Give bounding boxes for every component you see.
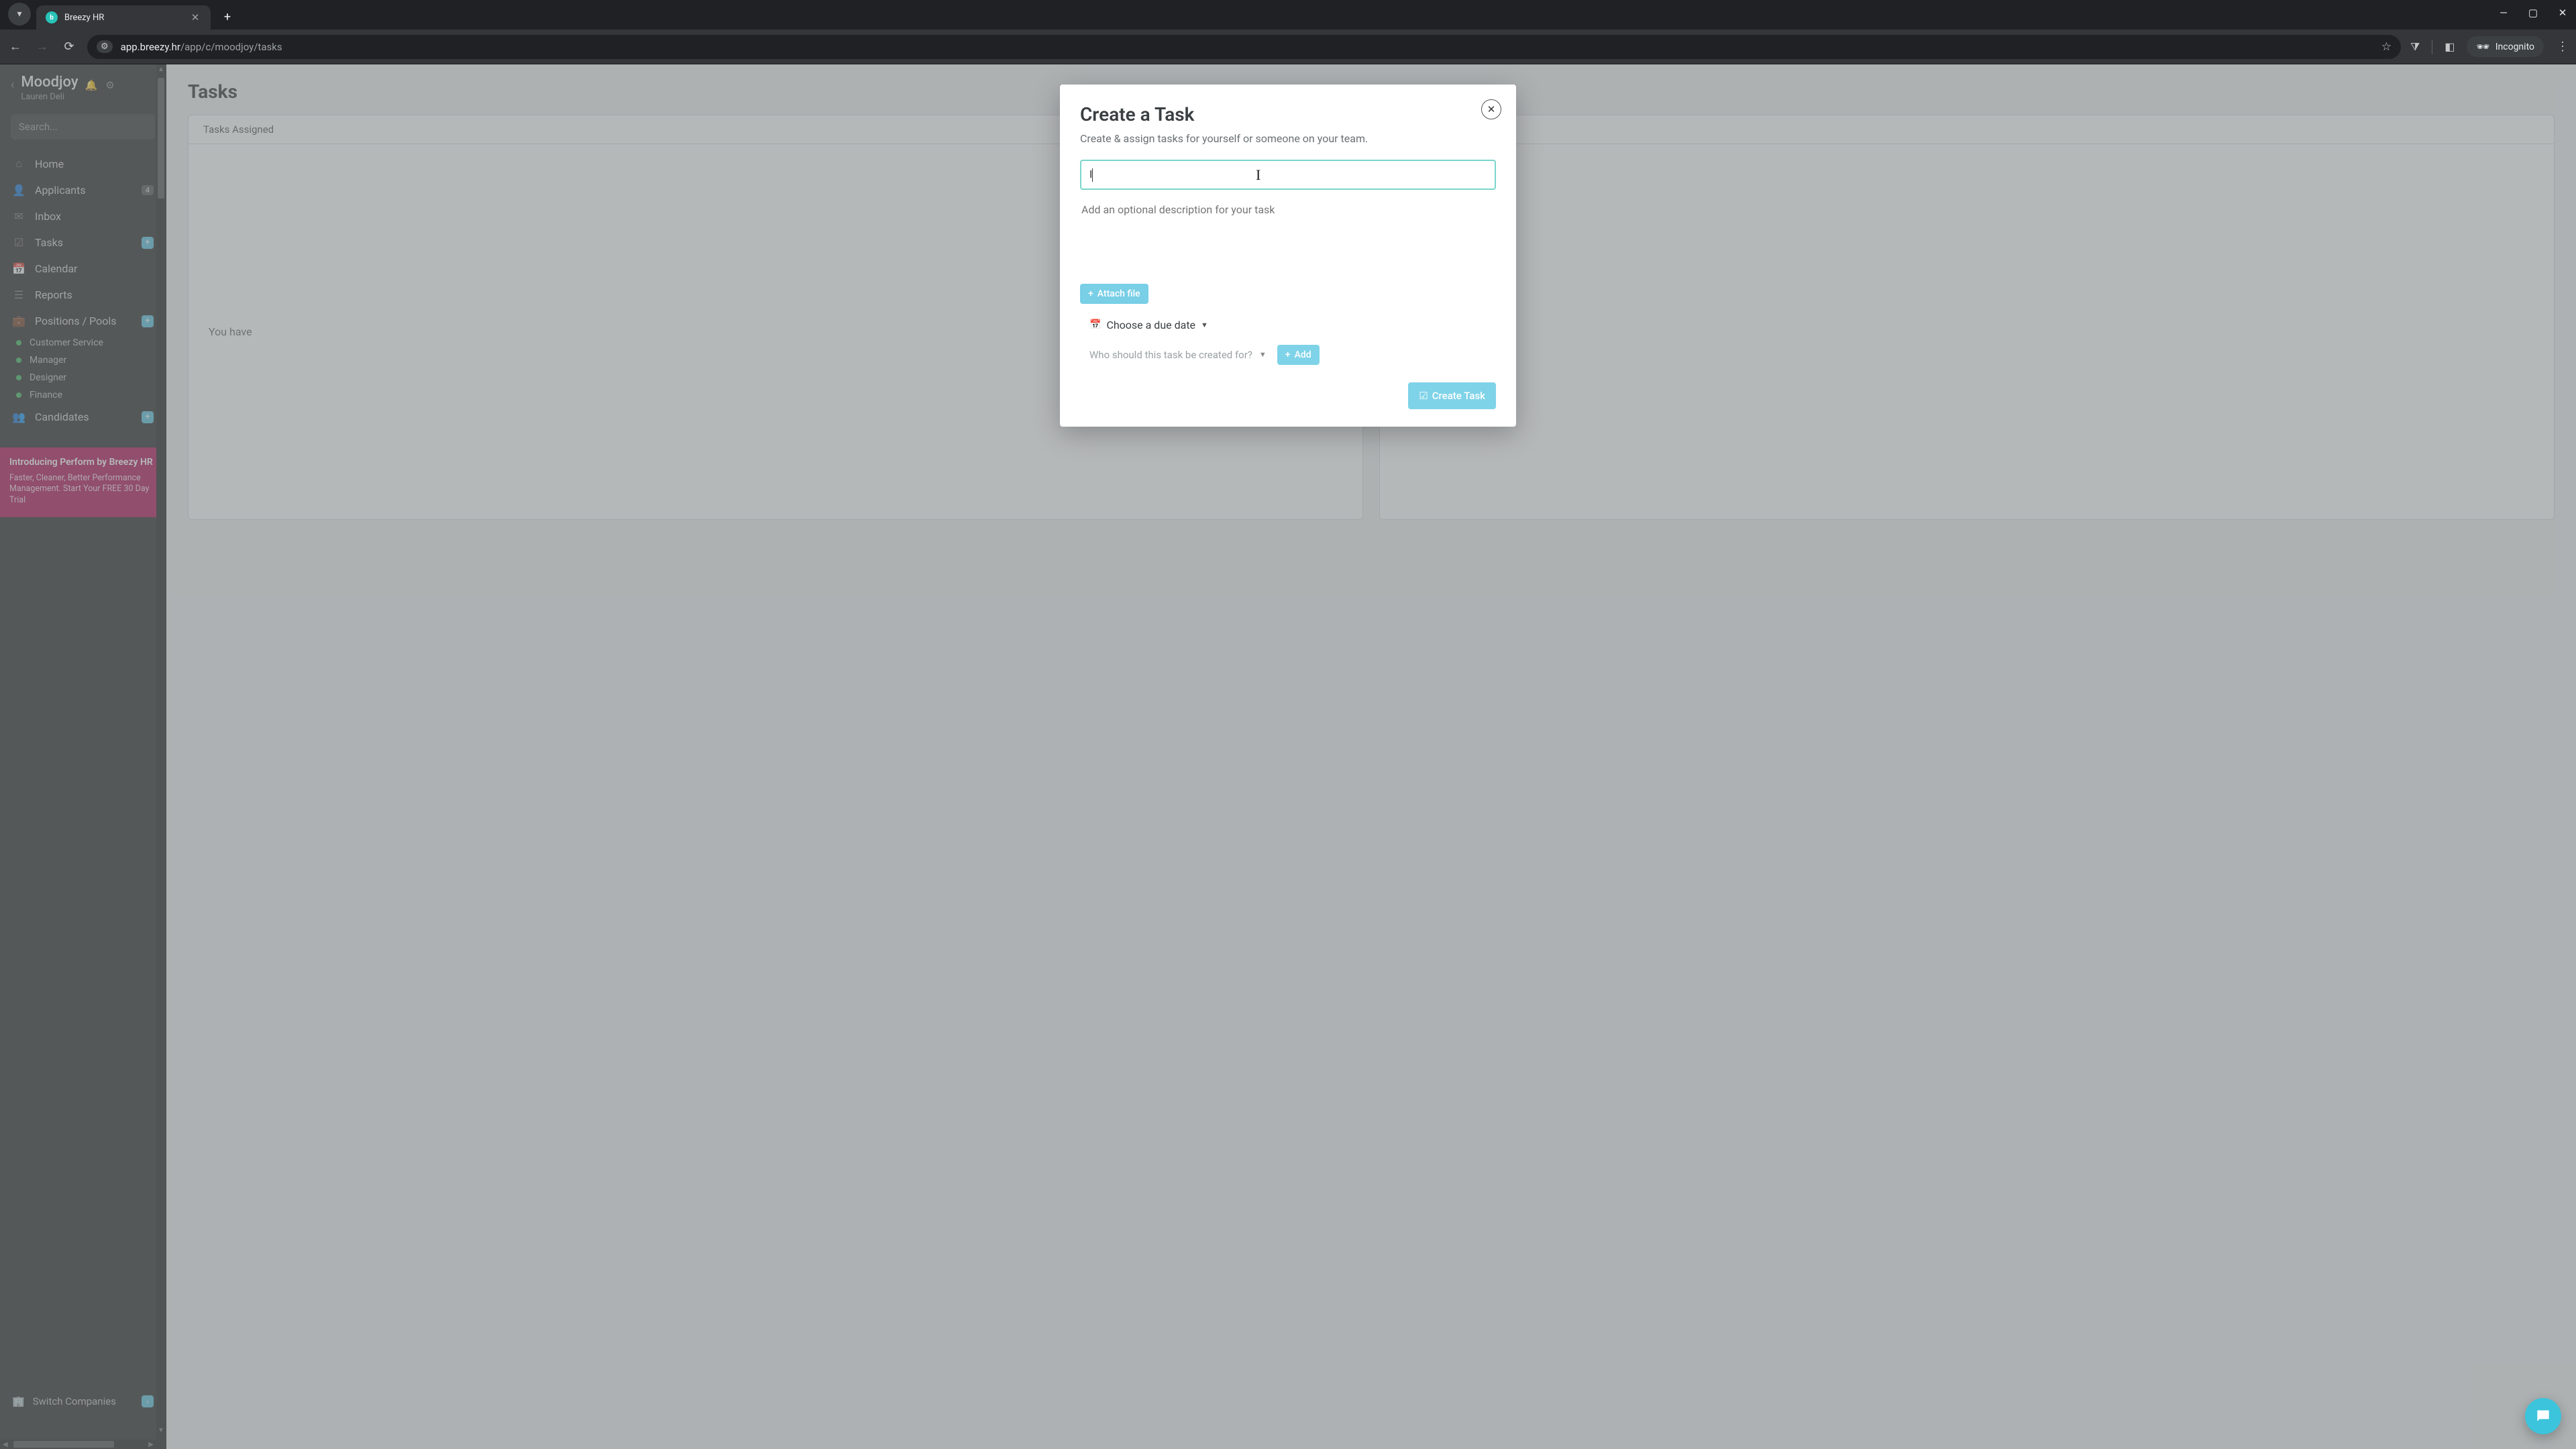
browser-toolbar: ← → ⟳ ⚙ app.breezy.hr/app/c/moodjoy/task… [0, 30, 2576, 64]
chat-fab[interactable] [2525, 1398, 2561, 1434]
add-assignee-button[interactable]: + Add [1277, 345, 1320, 365]
browser-tab-active[interactable]: b Breezy HR ✕ [36, 5, 211, 30]
modal-overlay[interactable]: ✕ Create a Task Create & assign tasks fo… [0, 64, 2576, 1449]
text-caret [1092, 168, 1093, 182]
tab-favicon: b [46, 11, 58, 23]
text-cursor-icon: I [1256, 166, 1260, 184]
incognito-chip[interactable]: 🕶 Incognito [2467, 36, 2544, 57]
incognito-icon: 🕶 [2476, 40, 2489, 53]
modal-subtitle: Create & assign tasks for yourself or so… [1080, 132, 1496, 145]
check-icon: ☑ [1419, 390, 1428, 402]
due-date-label: Choose a due date [1106, 319, 1195, 331]
create-task-label: Create Task [1432, 390, 1485, 402]
url-host: app.breezy.hr [121, 41, 180, 53]
browser-tabstrip: ▾ b Breezy HR ✕ + [0, 0, 2576, 30]
address-bar[interactable]: ⚙ app.breezy.hr/app/c/moodjoy/tasks ☆ [87, 35, 2401, 59]
modal-title: Create a Task [1080, 103, 1496, 125]
tab-title: Breezy HR [64, 13, 182, 23]
plus-icon: + [1088, 288, 1093, 299]
task-title-input[interactable]: I I [1080, 160, 1496, 190]
calendar-icon: 📅 [1089, 319, 1101, 330]
plus-icon: + [1285, 350, 1291, 360]
assignee-label: Who should this task be created for? [1089, 349, 1252, 361]
attach-file-label: Attach file [1097, 288, 1140, 299]
bookmark-star-icon[interactable]: ☆ [2381, 40, 2392, 54]
due-date-picker[interactable]: 📅 Choose a due date ▼ [1089, 319, 1496, 331]
create-task-button[interactable]: ☑ Create Task [1408, 382, 1496, 409]
caret-down-icon: ▼ [1259, 350, 1267, 359]
nav-back-icon[interactable]: ← [7, 40, 24, 54]
add-label: Add [1295, 350, 1311, 360]
tab-search-button[interactable]: ▾ [8, 3, 31, 25]
window-minimize[interactable]: ― [2497, 7, 2510, 19]
task-description-input[interactable] [1080, 201, 1496, 281]
tab-close-icon[interactable]: ✕ [189, 11, 201, 23]
caret-down-icon: ▼ [1201, 321, 1208, 329]
url-text: app.breezy.hr/app/c/moodjoy/tasks [121, 41, 2373, 53]
chat-icon [2534, 1407, 2552, 1425]
assignee-picker[interactable]: Who should this task be created for? ▼ [1089, 349, 1267, 361]
window-controls: ― ▢ ✕ [2497, 7, 2569, 19]
modal-close-button[interactable]: ✕ [1481, 99, 1501, 119]
new-tab-button[interactable]: + [217, 7, 237, 27]
nav-reload-icon[interactable]: ⟳ [60, 40, 78, 54]
window-close[interactable]: ✕ [2556, 7, 2569, 19]
attach-file-button[interactable]: + Attach file [1080, 284, 1148, 304]
url-path: /app/c/moodjoy/tasks [180, 41, 282, 53]
site-settings-icon[interactable]: ⚙ [97, 40, 113, 53]
sidepanel-icon[interactable]: ◧ [2445, 40, 2455, 53]
nav-forward-icon: → [34, 40, 51, 54]
window-maximize[interactable]: ▢ [2526, 7, 2540, 19]
extensions-icon[interactable]: ⧩ [2410, 40, 2420, 54]
incognito-label: Incognito [2496, 42, 2534, 52]
browser-menu-icon[interactable]: ⋮ [2556, 40, 2569, 54]
create-task-modal: ✕ Create a Task Create & assign tasks fo… [1060, 85, 1516, 427]
